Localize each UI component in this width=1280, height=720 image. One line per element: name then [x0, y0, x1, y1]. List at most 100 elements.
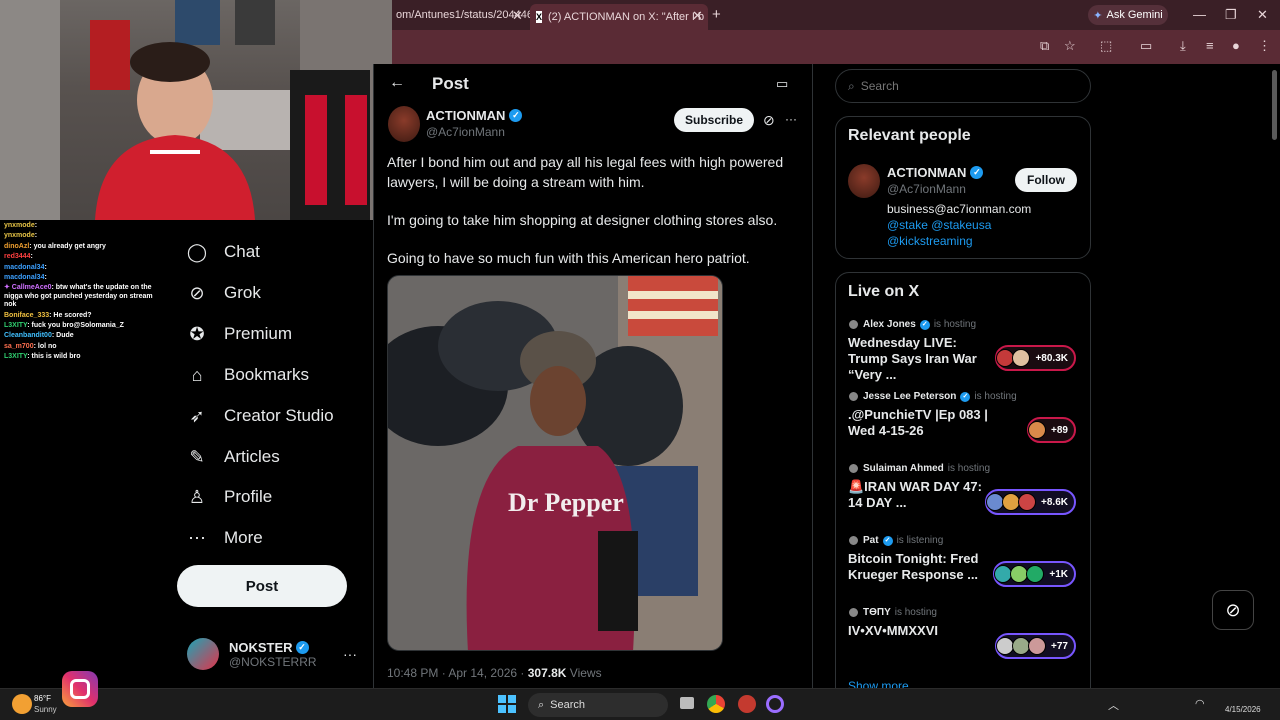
taskbar-search-label: Search: [550, 699, 586, 711]
nav-item-grok[interactable]: ⊘ Grok: [186, 282, 260, 304]
follow-button[interactable]: Follow: [1015, 168, 1077, 192]
chrome-icon[interactable]: [707, 695, 725, 713]
chat-text: Dude: [56, 332, 74, 340]
live-host-name: ТӨПY: [863, 607, 891, 618]
sidebar-icon[interactable]: ▭: [1140, 38, 1152, 54]
new-tab-button[interactable]: +: [712, 6, 721, 23]
live-title: Bitcoin Tonight: Fred Krueger Response .…: [848, 551, 979, 582]
taskbar-date[interactable]: 4/15/2026: [1225, 705, 1261, 714]
live-listeners-pill[interactable]: +8.6K: [985, 489, 1076, 515]
author-handle[interactable]: @Ac7ionMann: [426, 125, 505, 139]
chat-message: sa_m700: lol no: [4, 342, 57, 350]
post-more-icon[interactable]: ···: [785, 112, 797, 126]
back-arrow-icon[interactable]: ←: [389, 74, 405, 92]
live-host-name: Sulaiman Ahmed: [863, 463, 944, 474]
account-more-icon[interactable]: ···: [343, 646, 357, 662]
bio-mentions[interactable]: @stake @stakeusa: [887, 217, 1031, 233]
grok-float-icon[interactable]: ⊘: [1212, 590, 1254, 630]
avatar[interactable]: [848, 164, 880, 198]
live-count: +80.3K: [1035, 352, 1068, 364]
tab-close-icon[interactable]: ✕: [512, 8, 523, 24]
live-listeners-pill[interactable]: +80.3K: [995, 345, 1076, 371]
author-name-row[interactable]: ACTIONMAN ✓: [426, 108, 523, 123]
chat-message: macdonal34:: [4, 263, 47, 271]
minimize-button[interactable]: —: [1193, 7, 1206, 22]
start-windows-icon[interactable]: [498, 695, 516, 713]
avatar: [187, 638, 219, 670]
nav-item-more[interactable]: ⋯ More: [186, 527, 263, 549]
profile-avatar-icon[interactable]: ●: [1232, 38, 1240, 53]
nav-item-articles[interactable]: ✎ Articles: [186, 446, 279, 468]
nav-item-profile[interactable]: ♙ Profile: [186, 486, 272, 508]
live-host-name: Alex Jones: [863, 319, 916, 330]
live-listeners-pill[interactable]: +89: [1027, 417, 1076, 443]
tray-chevron-icon[interactable]: ︿: [1108, 697, 1119, 713]
live-host-row: Sulaiman Ahmed is hosting: [848, 463, 1078, 474]
browser-tab-2[interactable]: X (2) ACTIONMAN on X: "After I b: [530, 4, 708, 30]
post-button[interactable]: Post: [177, 565, 347, 607]
live-count: +8.6K: [1041, 496, 1068, 508]
premium-icon: ✪: [189, 323, 205, 344]
nav-item-chat[interactable]: ◯ Chat: [186, 241, 260, 263]
install-app-icon[interactable]: ⧉: [1040, 38, 1049, 54]
app-icon[interactable]: [738, 695, 756, 713]
search-icon: ⌕: [848, 78, 855, 93]
chat-username: ynxmode: [4, 232, 35, 240]
tab-title: (2) ACTIONMAN on X: "After I b: [548, 11, 705, 23]
post-image[interactable]: Dr Pepper: [387, 275, 723, 651]
nav-item-premium[interactable]: ✪ Premium: [186, 323, 292, 345]
wifi-icon[interactable]: ◠: [1195, 697, 1205, 710]
account-switcher[interactable]: NOKSTER ✓ @NOKSTERRR ···: [187, 636, 367, 672]
webcam-overlay: [0, 0, 392, 220]
live-title: .@PunchieTV |Ep 083 | Wed 4-15-26: [848, 407, 988, 438]
author-avatar[interactable]: [388, 106, 420, 142]
relevant-name-row[interactable]: ACTIONMAN ✓: [887, 165, 984, 180]
maximize-button[interactable]: ❐: [1225, 7, 1237, 23]
taskbar-search[interactable]: ⌕ Search: [528, 693, 668, 717]
app-ring-icon[interactable]: [766, 695, 784, 713]
weather-temp[interactable]: 86°F: [34, 694, 51, 703]
bio-email[interactable]: business@ac7ionman.com: [887, 201, 1031, 217]
live-host-row: Pat ✓ is listening: [848, 535, 1078, 546]
task-view-icon[interactable]: [680, 697, 694, 709]
chat-text: you already get angry: [33, 242, 106, 250]
close-window-button[interactable]: ✕: [1257, 7, 1268, 23]
bookmark-star-icon[interactable]: ☆: [1064, 38, 1076, 54]
tab-close-icon[interactable]: ✕: [692, 8, 703, 24]
chat-text: lol no: [37, 342, 57, 350]
chat-message: ✦ CallmeAce0: btw what's the update on t…: [4, 284, 153, 309]
browser-menu-icon[interactable]: ⋮: [1258, 38, 1271, 54]
reader-icon[interactable]: ▭: [776, 76, 788, 92]
scrollbar-thumb[interactable]: [1272, 70, 1277, 140]
extensions-icon[interactable]: ⬚: [1100, 38, 1112, 54]
media-icon[interactable]: ≡: [1206, 38, 1214, 53]
post-paragraph: I'm going to take him shopping at design…: [387, 212, 778, 228]
search-input[interactable]: [860, 79, 1061, 93]
avatar: [848, 463, 859, 474]
grok-icon[interactable]: ⊘: [763, 112, 775, 129]
avatar: [848, 319, 859, 330]
x-left-nav: ◯ Chat ⊘ Grok ✪ Premium ⌂ Bookmarks ➶ Creator Stu…: [170, 222, 373, 688]
live-listeners-pill[interactable]: +1K: [993, 561, 1076, 587]
account-handle: @NOKSTERRR: [229, 654, 317, 669]
bio-mention-kick[interactable]: @kickstreaming: [887, 233, 1031, 249]
live-status: is hosting: [947, 463, 991, 474]
ask-gemini-button[interactable]: ✦ Ask Gemini: [1088, 5, 1168, 25]
chat-message: red3444:: [4, 253, 33, 261]
chat-message: dinoAzl: you already get angry: [4, 242, 106, 250]
download-icon[interactable]: ⤓: [1180, 38, 1186, 54]
nav-item-bookmarks[interactable]: ⌂ Bookmarks: [186, 364, 309, 386]
chat-icon: ◯: [186, 241, 208, 262]
relevant-name: ACTIONMAN: [887, 165, 967, 180]
live-title: IV•XV•MMXXVI: [848, 623, 939, 638]
search-box[interactable]: ⌕: [835, 69, 1091, 103]
chat-username: ynxmode: [4, 222, 35, 229]
instagram-icon[interactable]: [62, 671, 98, 707]
post-timestamp[interactable]: 10:48 PM · Apr 14, 2026 ·: [387, 666, 528, 680]
live-listeners-pill[interactable]: +77: [995, 633, 1076, 659]
nav-item-creator-studio[interactable]: ➶ Creator Studio: [186, 405, 333, 427]
live-host-row: ТӨПY is hosting: [848, 607, 1078, 618]
live-title: 🚨IRAN WAR DAY 47: 14 DAY ...: [848, 479, 982, 510]
subscribe-button[interactable]: Subscribe: [674, 108, 754, 132]
browser-tab-1[interactable]: om/Antunes1/status/204446: [390, 4, 530, 26]
